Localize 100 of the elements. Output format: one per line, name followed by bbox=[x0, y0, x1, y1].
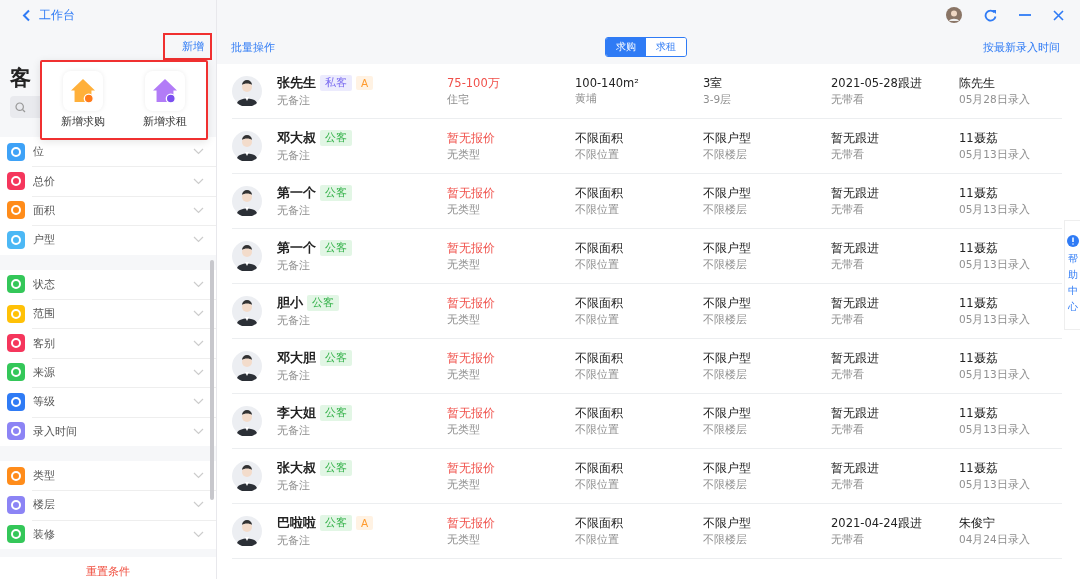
agent-name: 11聂荔 bbox=[959, 240, 998, 256]
filter-label: 位 bbox=[33, 144, 45, 160]
help-center-tab[interactable]: 帮助中心 bbox=[1064, 220, 1080, 330]
filter-item[interactable]: 总价 bbox=[0, 166, 216, 196]
refresh-icon[interactable] bbox=[984, 8, 997, 22]
reset-button[interactable]: 重置条件 bbox=[86, 564, 130, 579]
rooms-text: 不限户型 bbox=[703, 460, 751, 476]
agent-name: 11聂荔 bbox=[959, 350, 998, 366]
filter-item[interactable]: 客别 bbox=[0, 328, 216, 358]
location-text: 不限位置 bbox=[575, 147, 619, 162]
location-text: 不限位置 bbox=[575, 532, 619, 547]
rooms-text: 不限户型 bbox=[703, 405, 751, 421]
entry-date: 05月13日录入 bbox=[959, 147, 1030, 162]
rooms-text: 不限户型 bbox=[703, 185, 751, 201]
viewing-text: 无带看 bbox=[831, 257, 864, 272]
viewing-text: 无带看 bbox=[831, 422, 864, 437]
type-text: 住宅 bbox=[447, 92, 469, 107]
filter-item[interactable]: 来源 bbox=[0, 357, 216, 388]
customer-row[interactable]: 李大姐 公客 无备注 暂无报价 无类型 不限面积 不限位置 不限户型 不限楼层 暂无跟进 无带看 11聂荔 05月13日录入 bbox=[232, 394, 1062, 449]
filter-item[interactable]: 录入时间 bbox=[0, 416, 216, 446]
viewing-text: 无带看 bbox=[831, 367, 864, 382]
customer-row[interactable]: 巴啦啦 公客 A 无备注 暂无报价 无类型 不限面积 不限位置 不限户型 不限楼层 2021-04-24跟进 无带看 朱俊宁 04月24日录入 bbox=[232, 504, 1062, 559]
note-text: 无备注 bbox=[277, 259, 310, 273]
filter-label: 录入时间 bbox=[33, 423, 78, 439]
person-avatar bbox=[232, 406, 262, 436]
floor-text: 不限楼层 bbox=[703, 477, 747, 492]
chevron-down-icon bbox=[193, 310, 204, 318]
viewing-text: 无带看 bbox=[831, 147, 864, 162]
follow-up-text: 暂无跟进 bbox=[831, 405, 879, 421]
filter-label: 等级 bbox=[33, 394, 56, 410]
location-text: 不限位置 bbox=[575, 477, 619, 492]
entry-date: 05月13日录入 bbox=[959, 312, 1030, 327]
chevron-down-icon bbox=[193, 206, 204, 214]
follow-up-text: 暂无跟进 bbox=[831, 295, 879, 311]
chevron-down-icon bbox=[193, 368, 204, 376]
person-avatar bbox=[232, 76, 262, 106]
batch-button[interactable]: 批量操作 bbox=[231, 39, 275, 55]
customer-row[interactable]: 邓大胆 公客 无备注 暂无报价 无类型 不限面积 不限位置 不限户型 不限楼层 暂无跟进 无带看 11聂荔 05月13日录入 bbox=[232, 339, 1062, 394]
entry-date: 04月24日录入 bbox=[959, 532, 1030, 547]
add-button[interactable]: 新增 bbox=[163, 32, 212, 60]
agent-name: 朱俊宁 bbox=[959, 515, 995, 531]
close-icon[interactable] bbox=[1053, 9, 1064, 21]
scrollbar[interactable] bbox=[210, 260, 214, 500]
filter-item[interactable]: 户型 bbox=[0, 225, 216, 255]
note-text: 无备注 bbox=[277, 149, 310, 163]
customer-tag: 公客 bbox=[320, 405, 352, 421]
area-text: 不限面积 bbox=[575, 240, 623, 256]
type-text: 无类型 bbox=[447, 202, 480, 217]
info-icon bbox=[1066, 235, 1079, 247]
rooms-text: 不限户型 bbox=[703, 240, 751, 256]
menu-item[interactable]: 新增求购 bbox=[61, 71, 105, 129]
rooms-text: 不限户型 bbox=[703, 130, 751, 146]
price-text: 暂无报价 bbox=[447, 295, 495, 311]
note-text: 无备注 bbox=[277, 424, 310, 438]
customer-row[interactable]: 胆小 公客 无备注 暂无报价 无类型 不限面积 不限位置 不限户型 不限楼层 暂无跟进 无带看 11聂荔 05月13日录入 bbox=[232, 284, 1062, 339]
customer-name: 邓大胆 bbox=[277, 349, 316, 367]
filter-label: 来源 bbox=[33, 364, 56, 380]
person-avatar bbox=[232, 351, 262, 381]
area-text: 不限面积 bbox=[575, 460, 623, 476]
chevron-down-icon bbox=[193, 177, 204, 185]
filter-item[interactable]: 位 bbox=[0, 137, 216, 167]
filter-item[interactable]: 状态 bbox=[0, 269, 216, 299]
filter-label: 客别 bbox=[33, 335, 56, 351]
follow-up-text: 暂无跟进 bbox=[831, 185, 879, 201]
customer-name: 李大姐 bbox=[277, 404, 316, 422]
customer-tag: 公客 bbox=[307, 295, 339, 311]
entry-date: 05月13日录入 bbox=[959, 202, 1030, 217]
customer-row[interactable]: 第一个 公客 无备注 暂无报价 无类型 不限面积 不限位置 不限户型 不限楼层 暂无跟进 无带看 11聂荔 05月13日录入 bbox=[232, 174, 1062, 229]
customer-row[interactable]: 邓大叔 公客 无备注 暂无报价 无类型 不限面积 不限位置 不限户型 不限楼层 暂无跟进 无带看 11聂荔 05月13日录入 bbox=[232, 119, 1062, 174]
menu-item[interactable]: 新增求租 bbox=[143, 71, 187, 129]
back-button[interactable]: 工作台 bbox=[22, 6, 75, 24]
area-text: 不限面积 bbox=[575, 350, 623, 366]
sort-button[interactable]: 按最新录入时间 bbox=[983, 39, 1060, 55]
filter-item[interactable]: 等级 bbox=[0, 387, 216, 417]
person-avatar bbox=[232, 131, 262, 161]
customer-row[interactable]: 第一个 公客 无备注 暂无报价 无类型 不限面积 不限位置 不限户型 不限楼层 暂无跟进 无带看 11聂荔 05月13日录入 bbox=[232, 229, 1062, 284]
note-text: 无备注 bbox=[277, 314, 310, 328]
location-text: 不限位置 bbox=[575, 312, 619, 327]
filter-item[interactable]: 类型 bbox=[0, 460, 216, 491]
customer-name: 张大叔 bbox=[277, 459, 316, 477]
segment-tab[interactable]: 求租 bbox=[646, 38, 686, 56]
filter-label: 总价 bbox=[33, 173, 56, 189]
viewing-text: 无带看 bbox=[831, 477, 864, 492]
user-avatar[interactable] bbox=[946, 7, 962, 23]
price-text: 暂无报价 bbox=[447, 240, 495, 256]
filter-item[interactable]: 范围 bbox=[0, 298, 216, 329]
filter-item[interactable]: 楼层 bbox=[0, 490, 216, 520]
filter-item[interactable]: 装修 bbox=[0, 519, 216, 550]
customer-tag: 公客 bbox=[320, 460, 352, 476]
customer-row[interactable]: 张先生 私客 A 无备注 75-100万 住宅 100-140m² 黄埔 3室 3-9层 2021-05-28跟进 无带看 陈先生 05月28日录入 bbox=[232, 64, 1062, 119]
person-avatar bbox=[232, 296, 262, 326]
customer-name: 邓大叔 bbox=[277, 129, 316, 147]
filter-item[interactable]: 面积 bbox=[0, 195, 216, 226]
segment-tab[interactable]: 求购 bbox=[606, 38, 646, 56]
location-text: 不限位置 bbox=[575, 257, 619, 272]
person-avatar bbox=[232, 241, 262, 271]
customer-tag: 公客 bbox=[320, 515, 352, 531]
location-text: 不限位置 bbox=[575, 422, 619, 437]
agent-name: 11聂荔 bbox=[959, 405, 998, 421]
customer-row[interactable]: 张大叔 公客 无备注 暂无报价 无类型 不限面积 不限位置 不限户型 不限楼层 暂无跟进 无带看 11聂荔 05月13日录入 bbox=[232, 449, 1062, 504]
